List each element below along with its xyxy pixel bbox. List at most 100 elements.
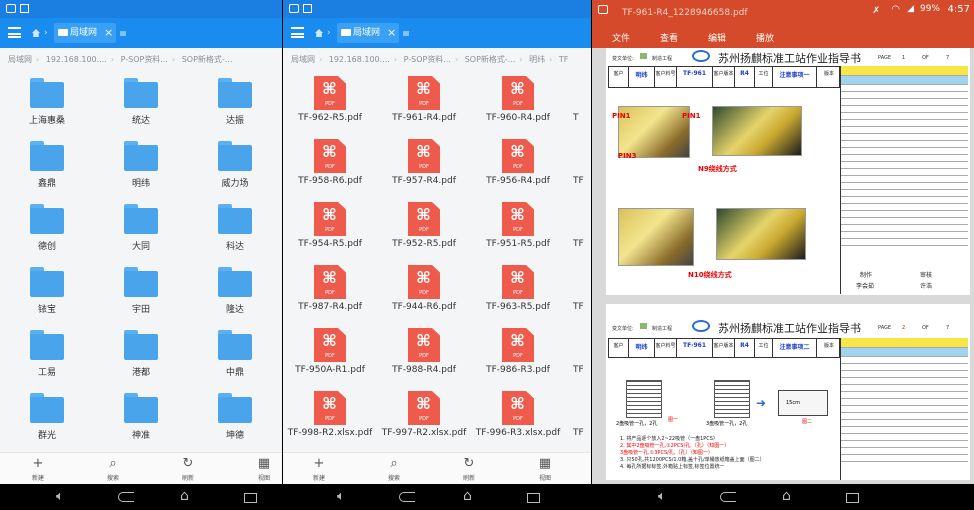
- file-item[interactable]: ⌘ PDF TF-962-R5.pdf: [283, 74, 377, 138]
- breadcrumb-item[interactable]: SOP新格式-...: [182, 48, 233, 72]
- folder-item[interactable]: 宇田: [94, 263, 188, 327]
- back-icon[interactable]: [118, 492, 134, 502]
- partial-file-label[interactable]: TF: [573, 365, 584, 375]
- home-icon[interactable]: [315, 29, 323, 37]
- folder-item[interactable]: 德创: [0, 200, 94, 264]
- search-button[interactable]: ⌕ 搜索: [374, 456, 414, 482]
- new-button[interactable]: + 新建: [299, 456, 339, 482]
- file-item[interactable]: ⌘ PDF TF-986-R3.pdf: [471, 326, 565, 390]
- file-item[interactable]: ⌘ PDF TF-996-R3.xlsx.pdf: [471, 389, 565, 453]
- breadcrumb-item[interactable]: P-SOP资料...: [121, 48, 168, 72]
- pdf-file-icon: ⌘ PDF: [408, 265, 440, 299]
- back-icon[interactable]: [399, 492, 415, 502]
- folder-item[interactable]: 坤德: [188, 389, 282, 453]
- folder-item[interactable]: 科达: [188, 200, 282, 264]
- folder-label: 港都: [131, 368, 150, 378]
- refresh-button[interactable]: ↻ 刷新: [449, 456, 489, 482]
- breadcrumb-item[interactable]: 192.168.100....: [46, 48, 107, 72]
- folder-label: 隆达: [225, 305, 244, 315]
- breadcrumb-item[interactable]: 局域网: [8, 48, 32, 72]
- folder-item[interactable]: 威力场: [188, 137, 282, 201]
- tab-overflow-icon[interactable]: [403, 31, 409, 36]
- file-item[interactable]: ⌘ PDF TF-987-R4.pdf: [283, 263, 377, 327]
- menu-view[interactable]: 查看: [660, 31, 678, 44]
- file-item[interactable]: ⌘ PDF TF-944-R6.pdf: [377, 263, 471, 327]
- clock: 4:57: [947, 4, 970, 15]
- bottom-toolbar: + 新建 ⌕ 搜索 ↻ 刷新 ▦ 视图: [0, 452, 282, 484]
- instruction-notes: 1. 将产品逐个放入2~22吸管（一盘1PCS） 2. 其中2盘吸管一孔,①2P…: [620, 436, 765, 470]
- winding-photo-3: [618, 208, 694, 266]
- menu-edit[interactable]: 编辑: [708, 31, 726, 44]
- pdf-page-1[interactable]: 变文单位: 制造工程 苏州扬麒标准工站作业指导书 PAGE 1 OF 7 客户 …: [606, 48, 970, 295]
- doc-header: 变文单位: 制造工程 苏州扬麒标准工站作业指导书 PAGE 2 OF 7: [612, 320, 950, 335]
- menu-play[interactable]: 播放: [756, 31, 774, 44]
- view-button[interactable]: ▦ 视图: [525, 456, 565, 482]
- refresh-button[interactable]: ↻ 刷新: [168, 456, 208, 482]
- file-item[interactable]: ⌘ PDF TF-988-R4.pdf: [377, 326, 471, 390]
- partial-file-label[interactable]: TF: [573, 239, 584, 249]
- recents-icon[interactable]: [846, 493, 859, 503]
- partial-file-label[interactable]: TF: [573, 428, 584, 438]
- breadcrumb-item[interactable]: 局域网: [291, 48, 315, 72]
- folder-item[interactable]: 鑫鼎: [0, 137, 94, 201]
- file-item[interactable]: ⌘ PDF TF-952-R5.pdf: [377, 200, 471, 264]
- file-item[interactable]: ⌘ PDF TF-956-R4.pdf: [471, 137, 565, 201]
- volume-icon[interactable]: 🔈︎: [658, 490, 666, 504]
- breadcrumb-item[interactable]: 192.168.100....: [329, 48, 390, 72]
- file-item[interactable]: ⌘ PDF TF-951-R5.pdf: [471, 200, 565, 264]
- file-item[interactable]: ⌘ PDF TF-957-R4.pdf: [377, 137, 471, 201]
- doc-header: 变文单位: 制造工程 苏州扬麒标准工站作业指导书 PAGE 1 OF 7: [612, 50, 950, 65]
- folder-item[interactable]: 统达: [94, 74, 188, 138]
- search-button[interactable]: ⌕ 搜索: [93, 456, 133, 482]
- close-tab-icon[interactable]: ×: [387, 23, 396, 43]
- home-nav-icon[interactable]: ⌂: [782, 489, 791, 503]
- folder-item[interactable]: 中鼎: [188, 326, 282, 390]
- folder-item[interactable]: 铱宝: [0, 263, 94, 327]
- tab-overflow-icon[interactable]: [120, 31, 126, 36]
- close-tab-icon[interactable]: ×: [104, 23, 113, 43]
- file-item[interactable]: ⌘ PDF TF-997-R2.xlsx.pdf: [377, 389, 471, 453]
- folder-item[interactable]: 上海惠桑: [0, 74, 94, 138]
- file-item[interactable]: ⌘ PDF TF-961-R4.pdf: [377, 74, 471, 138]
- folder-item[interactable]: 工易: [0, 326, 94, 390]
- back-icon[interactable]: [720, 492, 736, 502]
- recents-icon[interactable]: [527, 493, 540, 503]
- breadcrumb-item[interactable]: P-SOP资料...: [404, 48, 451, 72]
- file-item[interactable]: ⌘ PDF TF-950A-R1.pdf: [283, 326, 377, 390]
- file-item[interactable]: ⌘ PDF TF-958-R6.pdf: [283, 137, 377, 201]
- file-item[interactable]: ⌘ PDF TF-998-R2.xlsx.pdf: [283, 389, 377, 453]
- folder-item[interactable]: 隆达: [188, 263, 282, 327]
- file-item[interactable]: ⌘ PDF TF-960-R4.pdf: [471, 74, 565, 138]
- new-button[interactable]: + 新建: [18, 456, 58, 482]
- volume-icon[interactable]: 🔈︎: [337, 490, 345, 504]
- breadcrumb-item[interactable]: TF: [559, 48, 569, 72]
- revision-table: [840, 66, 968, 294]
- menu-icon[interactable]: [8, 27, 21, 38]
- folder-label: 威力场: [221, 179, 249, 189]
- folder-item[interactable]: 明纬: [94, 137, 188, 201]
- folder-item[interactable]: 神准: [94, 389, 188, 453]
- view-button[interactable]: ▦ 视图: [244, 456, 282, 482]
- breadcrumb-item[interactable]: 明纬: [529, 48, 545, 72]
- folder-item[interactable]: 群光: [0, 389, 94, 453]
- menu-icon[interactable]: [291, 27, 304, 38]
- file-item[interactable]: ⌘ PDF TF-963-R5.pdf: [471, 263, 565, 327]
- file-item[interactable]: ⌘ PDF TF-954-R5.pdf: [283, 200, 377, 264]
- folder-item[interactable]: 大同: [94, 200, 188, 264]
- home-nav-icon[interactable]: ⌂: [463, 489, 472, 503]
- folder-item[interactable]: 港都: [94, 326, 188, 390]
- tube-diagram-2: [714, 380, 750, 418]
- folder-icon: [218, 78, 252, 108]
- volume-icon[interactable]: 🔈︎: [56, 490, 64, 504]
- pdf-page-2[interactable]: 变文单位: 制造工程 苏州扬麒标准工站作业指导书 PAGE 2 OF 7 客户 …: [606, 304, 970, 480]
- menu-file[interactable]: 文件: [612, 31, 630, 44]
- folder-item[interactable]: 达振: [188, 74, 282, 138]
- partial-file-label[interactable]: TF: [573, 302, 584, 312]
- breadcrumb-item[interactable]: SOP新格式-...: [465, 48, 516, 72]
- home-icon[interactable]: [32, 29, 40, 37]
- company-logo: [692, 50, 710, 62]
- partial-file-label[interactable]: TF: [573, 176, 584, 186]
- recents-icon[interactable]: [244, 493, 257, 503]
- partial-file-label[interactable]: T: [573, 113, 579, 123]
- home-nav-icon[interactable]: ⌂: [180, 489, 189, 503]
